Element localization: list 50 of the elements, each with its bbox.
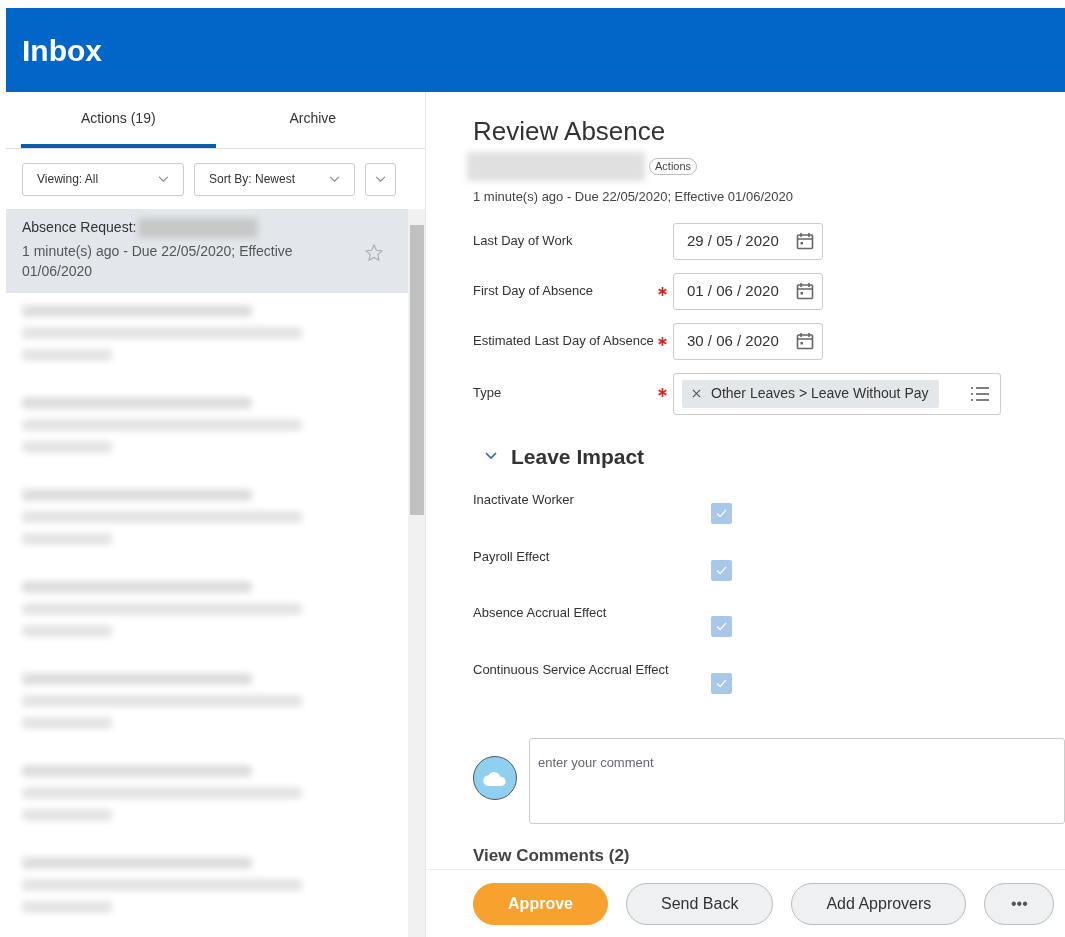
- checkmark-icon: [716, 565, 727, 575]
- calendar-icon[interactable]: [795, 281, 815, 301]
- action-button[interactable]: Add Approvers: [791, 882, 967, 925]
- calendar-icon[interactable]: [795, 231, 815, 251]
- date-field[interactable]: 29 / 05 / 2020: [673, 222, 823, 260]
- selected-value-chip[interactable]: Other Leaves > Leave Without Pay: [682, 379, 939, 408]
- item-subtitle: 1 minute(s) ago - Due 22/05/2020; Effective 01/06/2020: [22, 242, 294, 281]
- action-button[interactable]: Send Back: [626, 882, 774, 925]
- more-button[interactable]: •••: [984, 882, 1055, 925]
- avatar-cloud-icon: [473, 756, 517, 800]
- type-field[interactable]: Other Leaves > Leave Without Pay: [673, 372, 1001, 415]
- checkbox[interactable]: [711, 616, 732, 637]
- checkbox-label: Continuous Service Accrual Effect: [473, 660, 670, 679]
- section-title: Leave Impact: [511, 443, 645, 470]
- remove-icon[interactable]: [692, 389, 701, 398]
- tab[interactable]: Archive: [215, 92, 410, 148]
- checkmark-icon: [716, 678, 727, 688]
- page-title: Inbox: [22, 32, 102, 69]
- collapse-chevron-icon[interactable]: [485, 452, 497, 461]
- checkbox[interactable]: [711, 672, 732, 694]
- detail-title: Review Absence: [473, 116, 667, 146]
- checkbox-label: Absence Accrual Effect: [473, 604, 608, 622]
- checkmark-icon: [716, 509, 727, 518]
- checkbox[interactable]: [711, 503, 732, 524]
- date-field[interactable]: 30 / 06 / 2020: [673, 322, 823, 360]
- checkbox-label: Inactivate Worker: [473, 491, 575, 509]
- scrollbar[interactable]: [408, 209, 425, 937]
- inbox-item[interactable]: Absence Request: 1 minute(s) ago - Due 22/05/2020; Effective 01/06/2020: [6, 209, 408, 293]
- checkmark-icon: [716, 622, 727, 631]
- star-icon[interactable]: [364, 243, 384, 263]
- chevron-icon[interactable]: [375, 175, 386, 183]
- field-label: First Day of Absence: [473, 282, 593, 301]
- comment-field[interactable]: enter your comment: [529, 738, 1065, 824]
- field-label: Type: [473, 383, 502, 402]
- chevron-icon: [329, 175, 340, 183]
- filter-dropdown[interactable]: Viewing: All: [22, 162, 184, 196]
- field-label: Estimated Last Day of Absence: [473, 332, 654, 351]
- detail-meta: 1 minute(s) ago - Due 22/05/2020; Effective 01/06/2020: [473, 188, 794, 206]
- checkbox-label: Payroll Effect: [473, 547, 551, 566]
- date-field[interactable]: 01 / 06 / 2020: [673, 272, 823, 310]
- tab[interactable]: Actions (19): [21, 92, 216, 148]
- view-comments-link[interactable]: View Comments (2): [473, 843, 1065, 869]
- calendar-icon[interactable]: [795, 331, 815, 351]
- checkbox[interactable]: [711, 559, 732, 581]
- list-icon[interactable]: [970, 385, 990, 402]
- filter-dropdown[interactable]: Sort By: Newest: [194, 162, 355, 196]
- expand-button[interactable]: [365, 162, 396, 196]
- item-title: Absence Request:: [22, 218, 137, 237]
- chevron-icon: [158, 175, 169, 183]
- field-label: Last Day of Work: [473, 232, 573, 251]
